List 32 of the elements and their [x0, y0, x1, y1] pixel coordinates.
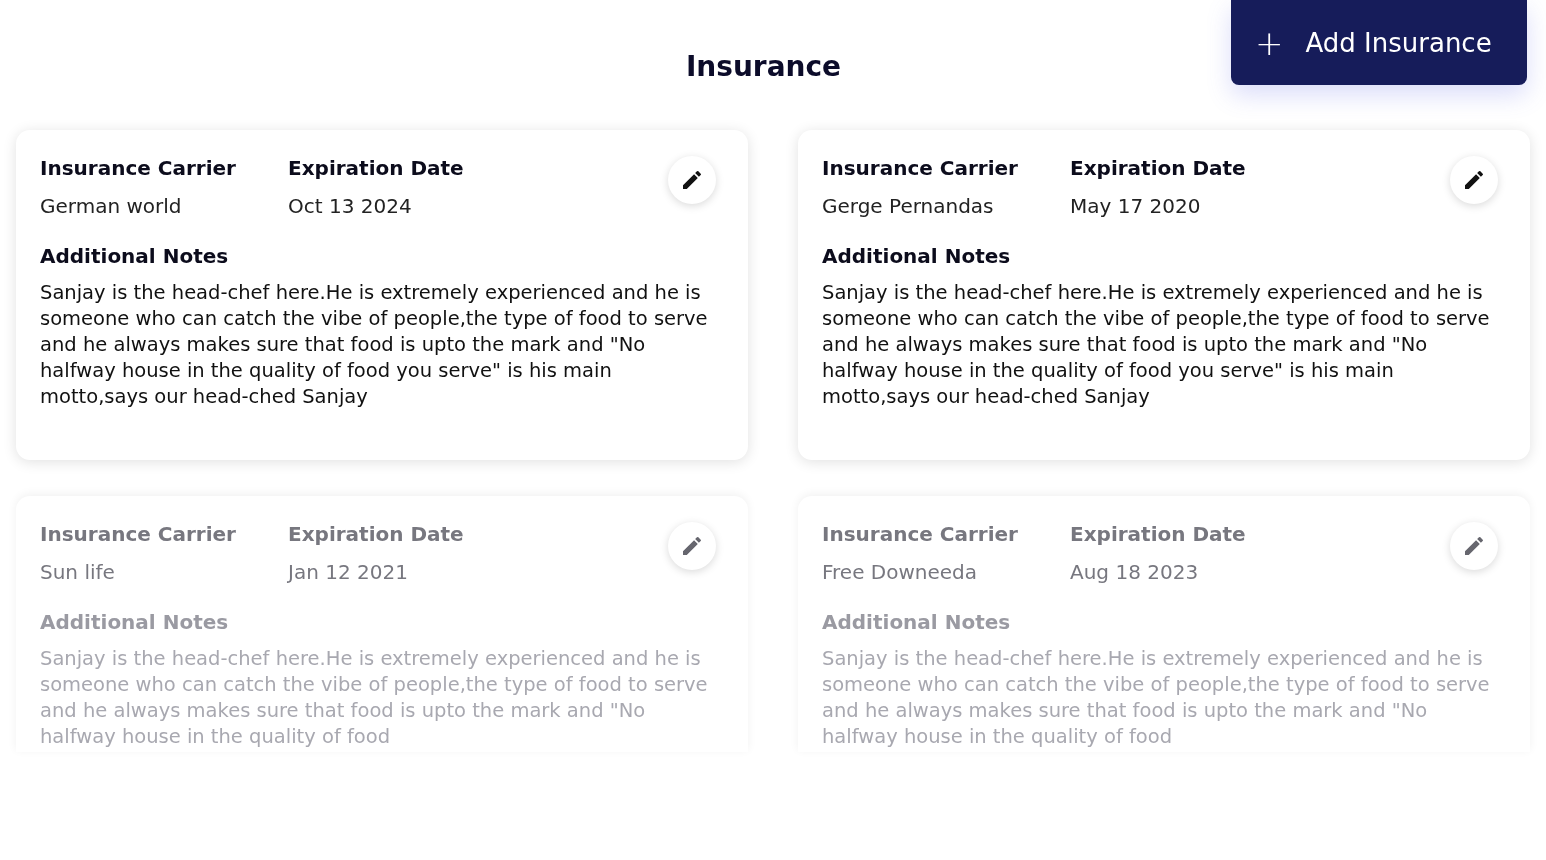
carrier-name: German world: [40, 194, 183, 218]
edit-button[interactable]: [1450, 156, 1498, 204]
carrier-name: Sun life: [40, 560, 116, 584]
notes-label: Additional Notes: [822, 244, 1012, 268]
field-label: Expiration Date: [288, 522, 465, 546]
expiration-date: Aug 18 2023: [1070, 560, 1200, 584]
field-label: Insurance Carrier: [40, 156, 237, 180]
notes-label: Additional Notes: [822, 610, 1012, 634]
expiration-date: Jan 12 2021: [288, 560, 409, 584]
field-label: Expiration Date: [1070, 156, 1247, 180]
carrier-name: Free Downeeda: [822, 560, 979, 584]
notes-text: Sanjay is the head-chef here.He is extremely experienced and he is someone who can catch the vibe of people,the type of food to serve and he always makes sure that food is upto the mark and "No halfway house in the quality of food you serve" is his main motto,says our head-ched Sanjay: [822, 280, 1491, 410]
field-label: Insurance Carrier: [822, 156, 1019, 180]
field-label: Expiration Date: [288, 156, 465, 180]
field-label: Insurance Carrier: [822, 522, 1019, 546]
pencil-icon: [680, 534, 704, 558]
add-insurance-button[interactable]: + Add Insurance: [1231, 0, 1527, 85]
notes-label: Additional Notes: [40, 610, 230, 634]
notes-label: Additional Notes: [40, 244, 230, 268]
notes-text: Sanjay is the head-chef here.He is extremely experienced and he is someone who can catch the vibe of people,the type of food to serve and he always makes sure that food is upto the mark and "No halfway house in the quality of food you serve" is his main motto,says our head-ched Sanjay: [40, 280, 709, 410]
expiration-date: Oct 13 2024: [288, 194, 413, 218]
notes-text: Sanjay is the head-chef here.He is extremely experienced and he is someone who can catch the vibe of people,the type of food to serve and he always makes sure that food is upto the mark and "No halfway house in the quality of food: [822, 646, 1491, 750]
pencil-icon: [1462, 534, 1486, 558]
field-label: Insurance Carrier: [40, 522, 237, 546]
pencil-icon: [680, 168, 704, 192]
page-title: Insurance: [685, 50, 842, 83]
carrier-name: Gerge Pernandas: [822, 194, 995, 218]
pencil-icon: [1462, 168, 1486, 192]
expiration-date: May 17 2020: [1070, 194, 1202, 218]
notes-text: Sanjay is the head-chef here.He is extremely experienced and he is someone who can catch the vibe of people,the type of food to serve and he always makes sure that food is upto the mark and "No halfway house in the quality of food: [40, 646, 709, 750]
edit-button[interactable]: [668, 156, 716, 204]
field-label: Expiration Date: [1070, 522, 1247, 546]
